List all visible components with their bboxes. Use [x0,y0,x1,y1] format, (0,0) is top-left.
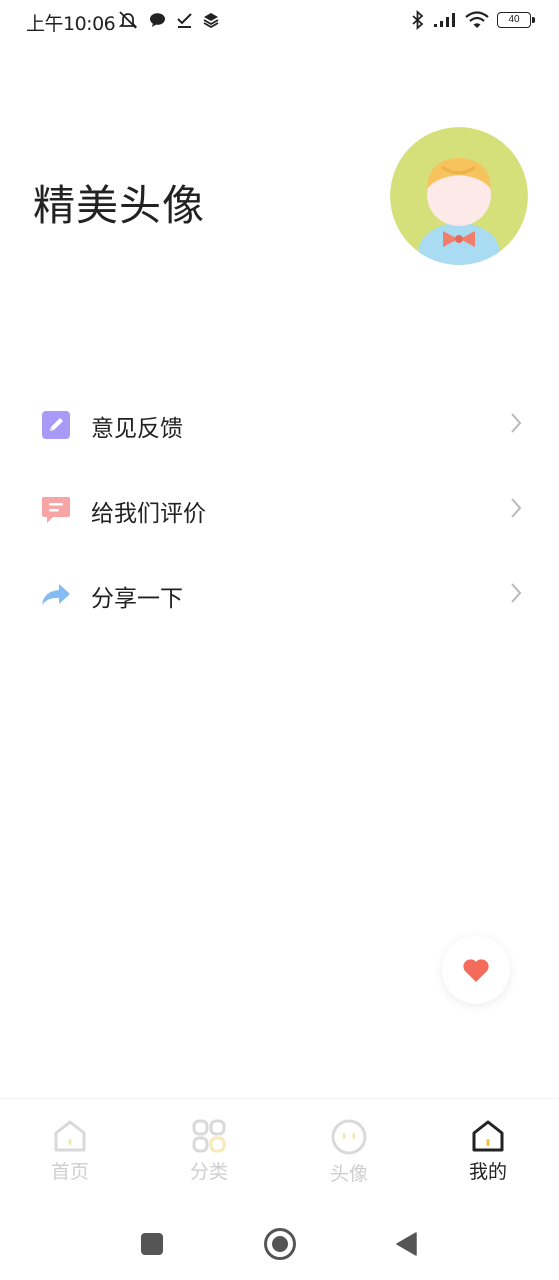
battery-icon: 40 [497,12,535,28]
tab-label: 我的 [468,1161,507,1183]
settings-menu: 意见反馈 给我们评价 分享一下 [0,382,559,637]
recents-square-icon[interactable] [140,1232,164,1256]
tab-label: 首页 [50,1161,89,1183]
heart-icon [463,959,489,982]
favorite-button[interactable] [442,936,510,1004]
bottom-tab-bar: 首页 分类 头像 我的 [0,1098,559,1198]
home-circle-icon[interactable] [263,1227,297,1261]
page-title: 精美头像 [33,181,206,230]
chevron-right-icon [511,498,522,518]
chat-bubble-icon [150,13,165,27]
tab-label: 分类 [189,1161,228,1183]
message-icon [42,497,70,523]
chevron-right-icon [511,583,522,603]
bluetooth-icon [412,10,424,30]
tab-avatar[interactable]: 头像 [299,1119,399,1191]
tab-category[interactable]: 分类 [159,1119,259,1191]
layers-icon [203,13,219,28]
boy-avatar-icon[interactable] [390,127,528,265]
edit-pencil-icon [42,411,70,439]
home-icon [54,1120,86,1152]
face-icon [331,1119,367,1155]
mute-icon [118,11,138,29]
status-time: 上午10:06 [26,13,116,35]
check-icon [177,12,192,28]
home-outline-icon [472,1120,504,1152]
menu-item-label: 分享一下 [91,586,183,612]
back-triangle-icon[interactable] [394,1231,418,1257]
category-grid-icon [192,1119,226,1153]
system-navigation-bar [0,1205,559,1280]
wifi-icon [465,11,489,28]
status-bar: 上午10:06 40 [0,0,559,44]
signal-icon [434,13,455,27]
menu-item-label: 给我们评价 [91,501,206,527]
tab-home[interactable]: 首页 [20,1119,120,1191]
tab-label: 头像 [329,1163,368,1185]
tab-mine[interactable]: 我的 [438,1119,538,1191]
menu-item-share[interactable]: 分享一下 [0,552,559,637]
menu-item-feedback[interactable]: 意见反馈 [0,382,559,467]
chevron-right-icon [511,413,522,433]
menu-item-rate-us[interactable]: 给我们评价 [0,467,559,552]
menu-item-label: 意见反馈 [91,416,183,442]
share-arrow-icon [42,584,70,605]
